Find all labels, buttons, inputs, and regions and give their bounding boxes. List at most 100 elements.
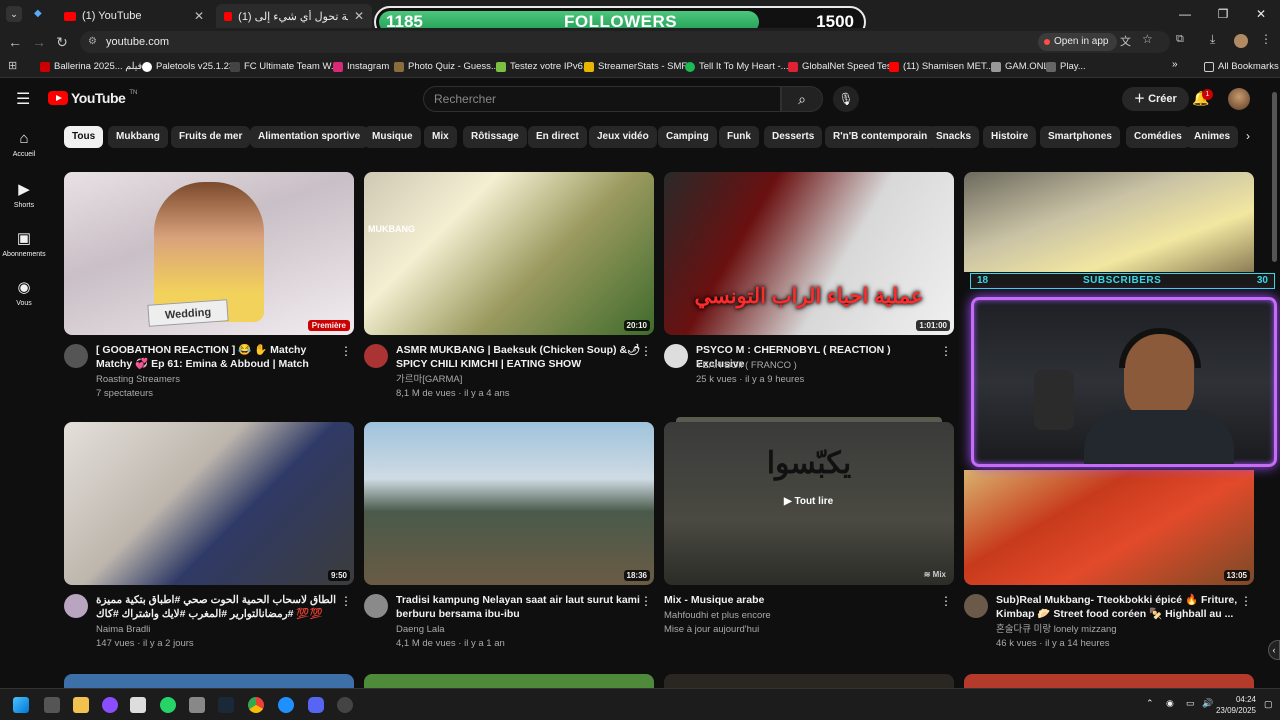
bookmark-item[interactable]: Paletools v25.1.23 <box>142 59 234 75</box>
search-button[interactable]: ⌕ <box>781 86 823 112</box>
chip[interactable]: Mix <box>424 126 457 148</box>
channel-avatar[interactable] <box>364 344 388 368</box>
video-card[interactable] <box>964 172 1254 272</box>
bookmark-item[interactable]: Tell It To My Heart -... <box>685 59 789 75</box>
channel-avatar[interactable] <box>64 594 88 618</box>
video-title[interactable]: Tradisi kampung Nelayan saat air laut su… <box>396 593 641 621</box>
video-thumbnail[interactable]: 13:05 <box>964 470 1254 585</box>
side-panel-toggle-icon[interactable]: ‹ <box>1268 640 1280 660</box>
video-thumbnail[interactable] <box>664 674 954 688</box>
sidebar-item-subscriptions[interactable]: ▣ Abonnements <box>0 229 48 258</box>
task-view-icon[interactable] <box>44 697 60 713</box>
create-button[interactable]: ＋ Créer <box>1122 87 1189 111</box>
youtube-logo[interactable]: YouTube TN <box>48 90 137 106</box>
video-card[interactable]: MUKBANG 20:10 ASMR MUKBANG | Baeksuk (Ch… <box>364 172 654 402</box>
channel-avatar[interactable] <box>364 594 388 618</box>
channel-name[interactable]: Naima Bradli <box>96 623 150 637</box>
close-tab-icon[interactable]: ✕ <box>194 9 204 23</box>
mix-thumbnail[interactable]: يكبّسوا ▶ Tout lire ≋ Mix <box>664 422 954 585</box>
chip[interactable]: Smartphones <box>1040 126 1120 148</box>
open-in-app-button[interactable]: Open in app <box>1038 33 1117 51</box>
video-card[interactable]: 13:05 Sub)Real Mukbang- Tteokbokki épicé… <box>964 470 1254 652</box>
play-all-overlay[interactable]: ▶ Tout lire <box>784 496 833 507</box>
tray-chevron-icon[interactable]: ⌃ <box>1146 698 1154 709</box>
chevron-right-icon[interactable]: › <box>1246 129 1250 143</box>
translate-icon[interactable]: 文 <box>1120 33 1131 49</box>
discord-icon[interactable] <box>308 697 324 713</box>
bookmark-item[interactable]: Photo Quiz - Guess... <box>394 59 499 75</box>
maximize-icon[interactable]: ❐ <box>1204 0 1242 28</box>
chip[interactable]: Alimentation sportive <box>250 126 369 148</box>
chip[interactable]: Comédies <box>1126 126 1190 148</box>
sidebar-item-shorts[interactable]: ▶ Shorts <box>0 180 48 209</box>
whatsapp-icon[interactable] <box>160 697 176 713</box>
video-thumbnail[interactable]: MUKBANG 20:10 <box>364 172 654 335</box>
reload-icon[interactable]: ↻ <box>52 32 72 52</box>
bookmark-item[interactable]: GlobalNet Speed Test <box>788 59 894 75</box>
chip[interactable]: Rôtissage <box>463 126 527 148</box>
channel-avatar[interactable] <box>64 344 88 368</box>
chip[interactable]: Musique <box>364 126 421 148</box>
chip[interactable]: Snacks <box>928 126 980 148</box>
tab-search-icon[interactable]: ⌄ <box>6 6 22 22</box>
chip[interactable]: Mukbang <box>108 126 168 148</box>
diamond-icon[interactable]: ◆ <box>34 8 42 19</box>
minimize-icon[interactable]: — <box>1166 0 1204 28</box>
bookmark-star-icon[interactable]: ☆ <box>1142 32 1153 46</box>
more-options-icon[interactable]: ⋮ <box>1240 594 1252 608</box>
hamburger-menu-icon[interactable]: ☰ <box>16 89 30 109</box>
video-title[interactable]: Sub)Real Mukbang- Tteokbokki épicé 🔥 Fri… <box>996 593 1241 621</box>
bookmark-item[interactable]: Ballerina 2025... فيلم <box>40 59 142 75</box>
video-card[interactable]: 9:50 الطاق لاسحاب الحمية الحوت صحي #اطبا… <box>64 422 354 652</box>
chip-all[interactable]: Tous <box>64 126 104 148</box>
video-card[interactable]: 18:36 Tradisi kampung Nelayan saat air l… <box>364 422 654 652</box>
forward-icon[interactable]: → <box>29 32 49 52</box>
video-thumbnail[interactable] <box>964 172 1254 272</box>
menu-kebab-icon[interactable]: ⋮ <box>1260 32 1272 46</box>
volume-icon[interactable]: 🔊 <box>1202 698 1213 709</box>
channel-name[interactable]: Daeng Lala <box>396 623 445 637</box>
video-title[interactable]: Mix - Musique arabe <box>664 593 909 607</box>
apps-grid-icon[interactable]: ⊞ <box>8 59 17 72</box>
bookmark-item[interactable]: GAM.ONL <box>991 59 1049 75</box>
app-icon[interactable] <box>130 697 146 713</box>
tab-youtube[interactable]: (1) YouTube ✕ <box>56 4 212 28</box>
chip[interactable]: Fruits de mer <box>171 126 251 148</box>
sidebar-item-you[interactable]: ◉ Vous <box>0 278 48 307</box>
chip[interactable]: Animes <box>1186 126 1239 148</box>
video-thumbnail[interactable] <box>364 674 654 688</box>
app-icon[interactable] <box>189 697 205 713</box>
url-field[interactable]: ⚙ youtube.com <box>80 31 1170 53</box>
tab-active-video[interactable]: (1) آلة خرافية تحول أي شيء إلى ... ✕ <box>216 4 372 28</box>
chip[interactable]: Histoire <box>983 126 1037 148</box>
video-thumbnail[interactable] <box>64 674 354 688</box>
extensions-icon[interactable]: ⧉ <box>1176 33 1184 46</box>
bookmark-item[interactable]: Testez votre IPv6. <box>496 59 586 75</box>
chip[interactable]: Desserts <box>764 126 823 148</box>
chrome-icon[interactable] <box>248 697 264 713</box>
channel-name[interactable]: Roasting Streamers <box>96 373 180 387</box>
bookmark-item[interactable]: StreamerStats - SMF... <box>584 59 694 75</box>
video-card[interactable]: عملية احياء الراب التونسي 1:01:00 PSYCO … <box>664 172 954 402</box>
video-thumbnail[interactable]: 9:50 <box>64 422 354 585</box>
video-thumbnail[interactable] <box>964 674 1254 688</box>
page-scrollbar[interactable] <box>1272 92 1277 262</box>
sidebar-item-home[interactable]: ⌂ Accueil <box>0 130 48 158</box>
file-explorer-icon[interactable] <box>73 697 89 713</box>
bookmark-item[interactable]: (11) Shamisen MET... <box>889 59 994 75</box>
obs-icon[interactable] <box>337 697 353 713</box>
tray-mic-icon[interactable]: ◉ <box>1166 698 1174 709</box>
app-icon[interactable] <box>278 697 294 713</box>
more-options-icon[interactable]: ⋮ <box>640 344 652 358</box>
windows-start-icon[interactable] <box>13 697 29 713</box>
video-title[interactable]: ASMR MUKBANG | Baeksuk (Chicken Soup) &🌶… <box>396 343 641 371</box>
more-options-icon[interactable]: ⋮ <box>640 594 652 608</box>
back-icon[interactable]: ← <box>5 32 25 52</box>
video-title[interactable]: [ GOOBATHON REACTION ] 😂 ✋ Matchy Matchy… <box>96 343 341 371</box>
chip[interactable]: Camping <box>658 126 717 148</box>
video-thumbnail[interactable]: 18:36 <box>364 422 654 585</box>
network-icon[interactable]: ▭ <box>1186 698 1195 709</box>
video-title[interactable]: الطاق لاسحاب الحمية الحوت صحي #اطباق بتك… <box>96 593 341 621</box>
search-input[interactable]: Rechercher <box>423 86 781 112</box>
channel-avatar[interactable] <box>664 344 688 368</box>
